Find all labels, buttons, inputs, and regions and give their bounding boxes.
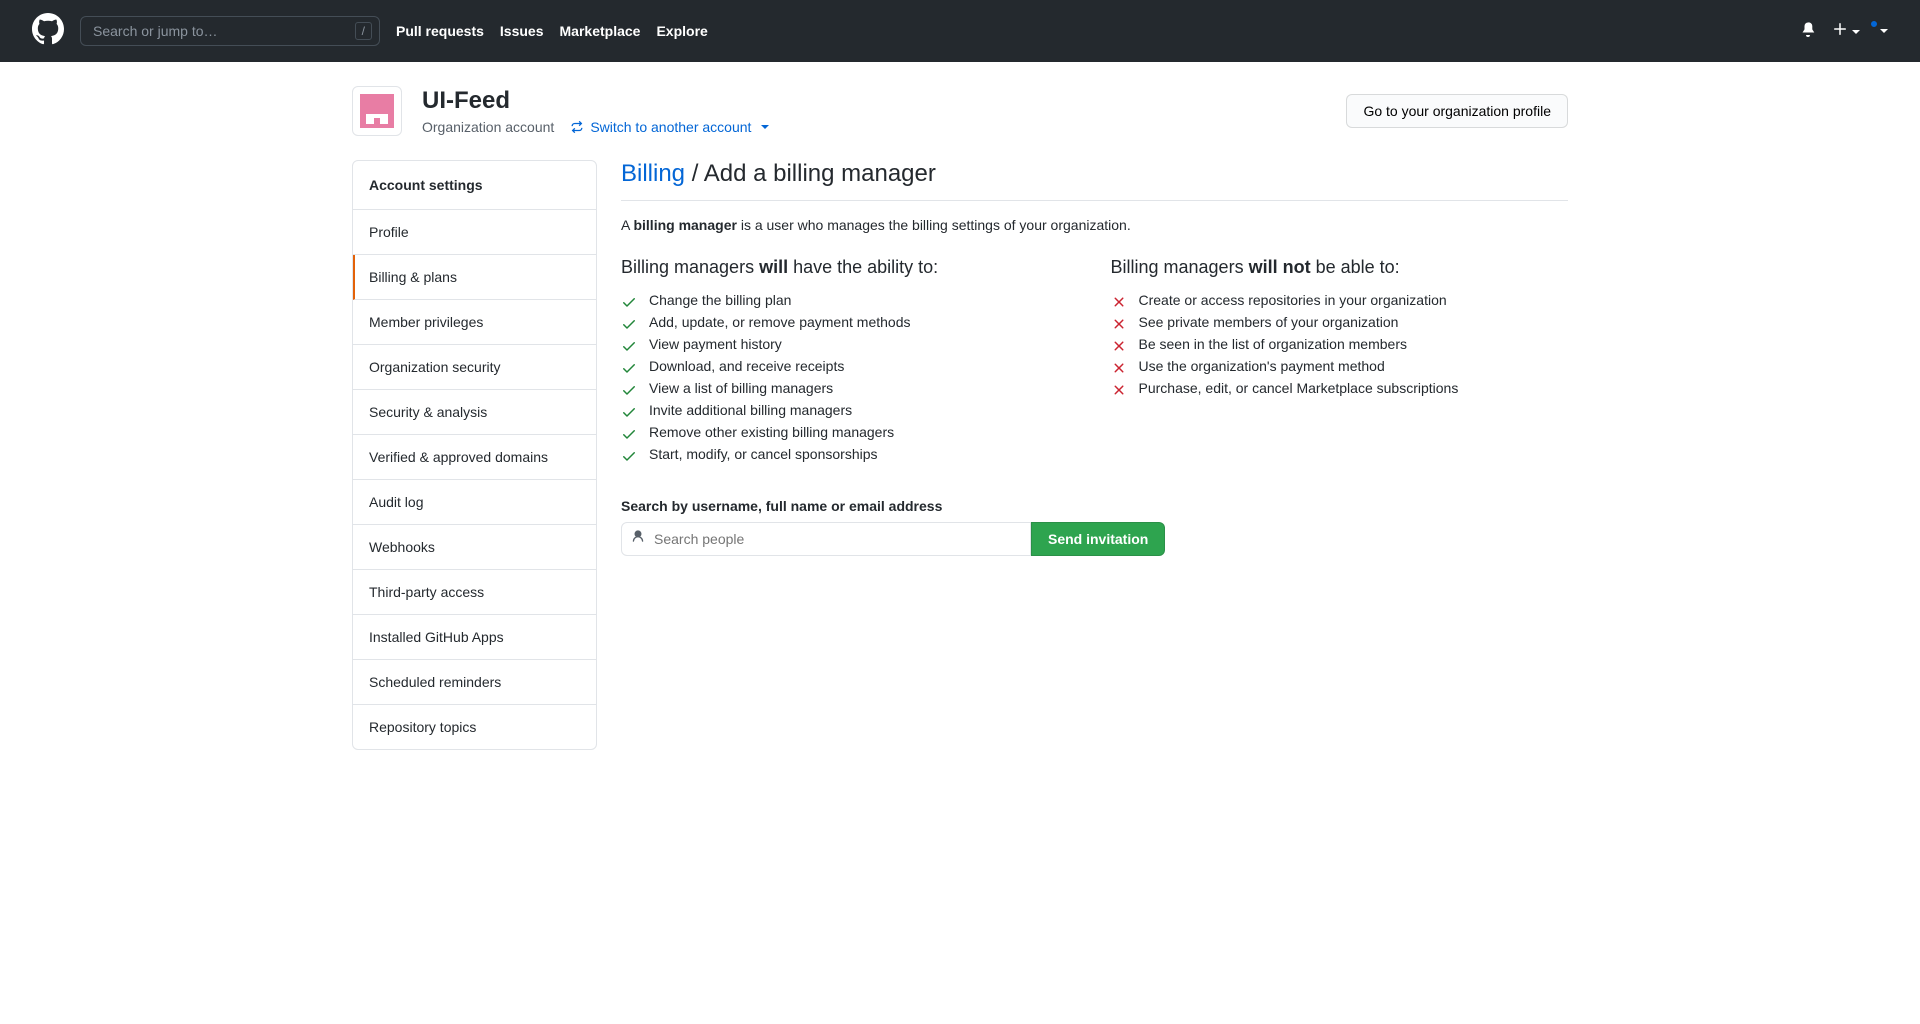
sidebar-item-repo-topics[interactable]: Repository topics — [353, 705, 596, 749]
will-title: Billing managers will have the ability t… — [621, 257, 1079, 278]
ability-text: Download, and receive receipts — [649, 358, 844, 374]
ability-item: Download, and receive receipts — [621, 356, 1079, 378]
org-avatar[interactable] — [352, 86, 402, 136]
sidebar-item-org-security[interactable]: Organization security — [353, 345, 596, 390]
ability-item: Start, modify, or cancel sponsorships — [621, 444, 1079, 466]
sidebar-item-billing[interactable]: Billing & plans — [353, 255, 596, 300]
notifications-icon[interactable] — [1800, 21, 1816, 42]
sidebar-item-verified-domains[interactable]: Verified & approved domains — [353, 435, 596, 480]
search-people-input[interactable] — [621, 522, 1031, 556]
ability-text: Invite additional billing managers — [649, 402, 852, 418]
ability-text: Remove other existing billing managers — [649, 424, 894, 440]
sidebar-item-scheduled-reminders[interactable]: Scheduled reminders — [353, 660, 596, 705]
nav-marketplace[interactable]: Marketplace — [560, 23, 641, 39]
ability-text: View payment history — [649, 336, 782, 352]
sidebar-header: Account settings — [353, 161, 596, 210]
switch-account-label: Switch to another account — [590, 119, 751, 135]
ability-item: View a list of billing managers — [621, 378, 1079, 400]
org-type: Organization account — [422, 119, 554, 135]
main-content: Billing / Add a billing manager A billin… — [621, 160, 1568, 750]
nav-explore[interactable]: Explore — [656, 23, 707, 39]
check-icon — [621, 382, 637, 398]
ability-item: Change the billing plan — [621, 290, 1079, 312]
check-icon — [621, 404, 637, 420]
page-title: Billing / Add a billing manager — [621, 160, 1568, 201]
send-invitation-button[interactable]: Send invitation — [1031, 522, 1165, 556]
x-icon — [1111, 316, 1127, 332]
sidebar-item-profile[interactable]: Profile — [353, 210, 596, 255]
wont-title: Billing managers will not be able to: — [1111, 257, 1569, 278]
switch-account-link[interactable]: Switch to another account — [570, 119, 769, 135]
ability-text: Add, update, or remove payment methods — [649, 314, 910, 330]
sidebar-item-audit-log[interactable]: Audit log — [353, 480, 596, 525]
abilities-columns: Billing managers will have the ability t… — [621, 257, 1568, 466]
ability-item: Add, update, or remove payment methods — [621, 312, 1079, 334]
ability-text: Start, modify, or cancel sponsorships — [649, 446, 878, 462]
page-title-text: Add a billing manager — [704, 160, 936, 187]
x-icon — [1111, 338, 1127, 354]
ability-item: View payment history — [621, 334, 1079, 356]
check-icon — [621, 338, 637, 354]
x-icon — [1111, 294, 1127, 310]
sidebar-item-third-party[interactable]: Third-party access — [353, 570, 596, 615]
restriction-item: Create or access repositories in your or… — [1111, 290, 1569, 312]
restriction-item: Purchase, edit, or cancel Marketplace su… — [1111, 378, 1569, 400]
nav-pull-requests[interactable]: Pull requests — [396, 23, 484, 39]
ability-text: Change the billing plan — [649, 292, 791, 308]
sidebar-item-installed-apps[interactable]: Installed GitHub Apps — [353, 615, 596, 660]
global-search-input[interactable] — [80, 16, 380, 46]
restriction-text: Be seen in the list of organization memb… — [1139, 336, 1407, 352]
header-right — [1800, 21, 1888, 42]
x-icon — [1111, 382, 1127, 398]
will-list: Change the billing plan Add, update, or r… — [621, 290, 1079, 466]
ability-text: View a list of billing managers — [649, 380, 833, 396]
page-description: A billing manager is a user who manages … — [621, 217, 1568, 233]
global-header: / Pull requests Issues Marketplace Explo… — [0, 0, 1920, 62]
wont-column: Billing managers will not be able to: Cr… — [1111, 257, 1569, 466]
user-avatar[interactable] — [1876, 22, 1888, 40]
title-separator: / — [685, 160, 704, 187]
restriction-text: Use the organization's payment method — [1139, 358, 1385, 374]
billing-breadcrumb-link[interactable]: Billing — [621, 160, 685, 187]
github-logo[interactable] — [32, 13, 64, 50]
main-container: UI-Feed Organization account Switch to a… — [320, 62, 1600, 774]
restriction-text: Purchase, edit, or cancel Marketplace su… — [1139, 380, 1459, 396]
search-people-label: Search by username, full name or email a… — [621, 498, 1568, 514]
ability-item: Invite additional billing managers — [621, 400, 1079, 422]
settings-sidebar: Account settings Profile Billing & plans… — [352, 160, 597, 750]
will-column: Billing managers will have the ability t… — [621, 257, 1079, 466]
sidebar-item-security-analysis[interactable]: Security & analysis — [353, 390, 596, 435]
search-slash-hint: / — [355, 22, 372, 40]
org-info: UI-Feed Organization account Switch to a… — [422, 87, 769, 135]
check-icon — [621, 426, 637, 442]
org-name: UI-Feed — [422, 87, 769, 115]
org-header: UI-Feed Organization account Switch to a… — [352, 86, 1568, 136]
check-icon — [621, 316, 637, 332]
nav-issues[interactable]: Issues — [500, 23, 544, 39]
restriction-item: See private members of your organization — [1111, 312, 1569, 334]
go-to-org-profile-button[interactable]: Go to your organization profile — [1346, 94, 1568, 128]
search-wrap: / — [80, 16, 380, 46]
restriction-item: Use the organization's payment method — [1111, 356, 1569, 378]
restriction-item: Be seen in the list of organization memb… — [1111, 334, 1569, 356]
check-icon — [621, 448, 637, 464]
primary-nav: Pull requests Issues Marketplace Explore — [396, 23, 708, 39]
ability-item: Remove other existing billing managers — [621, 422, 1079, 444]
x-icon — [1111, 360, 1127, 376]
check-icon — [621, 360, 637, 376]
check-icon — [621, 294, 637, 310]
person-icon — [631, 530, 645, 549]
restriction-text: See private members of your organization — [1139, 314, 1399, 330]
sidebar-item-member-privileges[interactable]: Member privileges — [353, 300, 596, 345]
wont-list: Create or access repositories in your or… — [1111, 290, 1569, 400]
restriction-text: Create or access repositories in your or… — [1139, 292, 1447, 308]
create-new-icon[interactable] — [1832, 21, 1860, 42]
sidebar-item-webhooks[interactable]: Webhooks — [353, 525, 596, 570]
search-section: Search by username, full name or email a… — [621, 498, 1568, 556]
content-grid: Account settings Profile Billing & plans… — [352, 160, 1568, 750]
